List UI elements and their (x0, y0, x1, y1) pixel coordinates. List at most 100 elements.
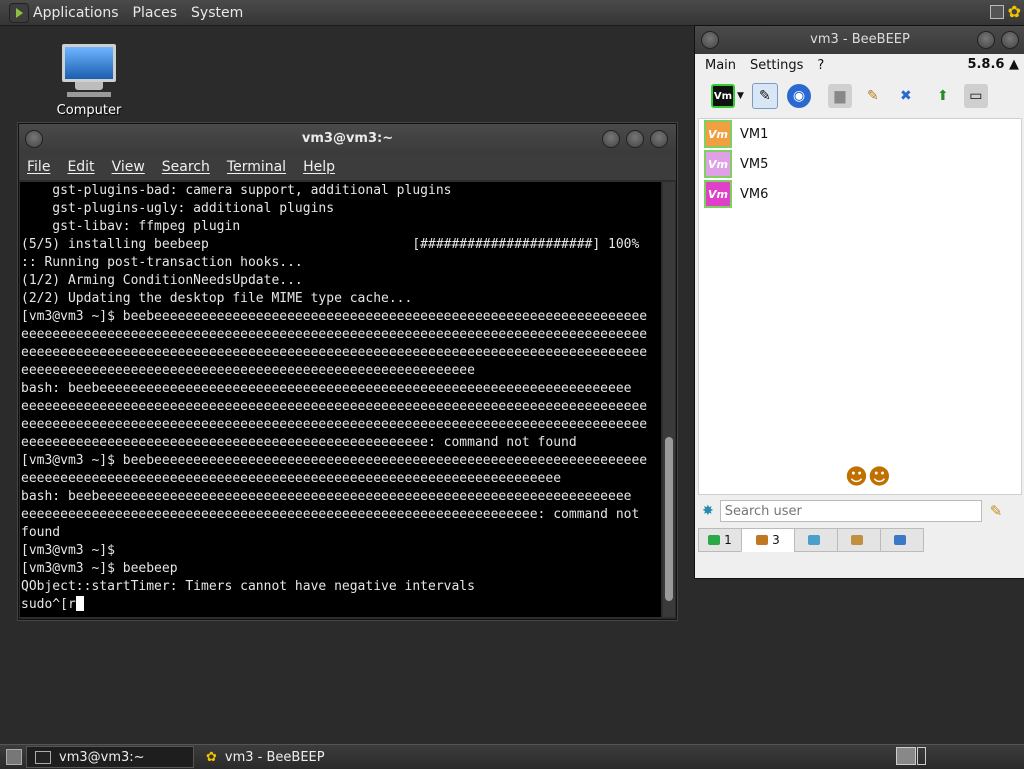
minimize-button[interactable] (602, 130, 620, 148)
files-icon (894, 535, 906, 545)
trash-icon[interactable]: ▭ (963, 84, 988, 108)
vcard-icon[interactable]: ✎ (751, 83, 778, 109)
users-icon (756, 535, 769, 545)
desktop-icon-computer[interactable]: Computer (54, 44, 124, 118)
messages-icon (808, 535, 820, 545)
terminal-line: gst-plugins-ugly: additional plugins (21, 201, 335, 216)
menu-file[interactable]: File (27, 159, 50, 175)
terminal-line: QObject::startTimer: Timers cannot have … (21, 579, 475, 594)
window-list-icon[interactable] (989, 4, 1004, 19)
terminal-line: (2/2) Updating the desktop file MIME typ… (21, 291, 413, 306)
terminal-scrollbar[interactable] (663, 182, 675, 617)
terminal-cursor (75, 596, 84, 611)
tab-messages[interactable] (794, 528, 838, 552)
terminal-window: vm3@vm3:~ File Edit View Search Terminal… (18, 123, 677, 620)
menu-system[interactable]: System (191, 5, 243, 21)
terminal-titlebar[interactable]: vm3@vm3:~ (19, 124, 676, 154)
menu-view[interactable]: View (112, 159, 145, 175)
beebeep-tray-icon[interactable]: ✿ (1008, 2, 1021, 21)
network-icon[interactable]: ◉ (786, 84, 811, 108)
scrollbar-thumb[interactable] (665, 437, 673, 601)
version-label: 5.8.6 ▲ (967, 57, 1019, 72)
gear-icon[interactable]: ✸ (702, 503, 714, 519)
maximize-button[interactable] (626, 130, 644, 148)
terminal-line: eeeeeeeeeeeeeeeeeeeeeeeeeeeeeeeeeeeeeeee… (21, 345, 648, 360)
terminal-line: found (21, 525, 61, 540)
workspace-2[interactable] (916, 747, 926, 765)
user-avatar-icon: Vm (704, 150, 732, 178)
terminal-title: vm3@vm3:~ (301, 131, 394, 146)
tab-users[interactable]: 3 (741, 528, 795, 552)
minimize-button[interactable] (977, 31, 995, 49)
bottom-panel: vm3@vm3:~ ✿ vm3 - BeeBEEP (0, 744, 1024, 769)
terminal-line: eeeeeeeeeeeeeeeeeeeeeeeeeeeeeeeeeeeeeeee… (21, 507, 640, 522)
tools-icon[interactable]: ✖ (894, 84, 918, 108)
terminal-line: eeeeeeeeeeeeeeeeeeeeeeeeeeeeeeeeeeeeeeee… (21, 471, 562, 486)
user-name: VM5 (740, 156, 769, 172)
terminal-line: :: Running post-transaction hooks... (21, 255, 303, 270)
taskbar-item-terminal[interactable]: vm3@vm3:~ (26, 746, 194, 768)
beebeep-titlebar[interactable]: vm3 - BeeBEEP (695, 26, 1024, 54)
user-name: VM6 (740, 186, 769, 202)
terminal-line: gst-plugins-bad: camera support, additio… (21, 183, 452, 198)
terminal-line: (5/5) installing beebeep [##############… (21, 237, 640, 252)
search-user-input[interactable] (719, 500, 982, 522)
system-tray: ✿ (989, 2, 1024, 21)
workspace-switcher[interactable] (896, 747, 926, 765)
menu-edit[interactable]: Edit (67, 159, 94, 175)
close-button[interactable] (1001, 31, 1019, 49)
top-panel: Applications Places System ✿ (0, 0, 1024, 26)
menu-applications[interactable]: Applications (33, 5, 119, 21)
user-name: VM1 (740, 126, 769, 142)
menu-places[interactable]: Places (133, 5, 178, 21)
terminal-line: eeeeeeeeeeeeeeeeeeeeeeeeeeeeeeeeeeeeeeee… (21, 399, 648, 414)
menu-settings[interactable]: Settings (750, 58, 803, 73)
search-bar: ✸ ✎ (698, 496, 1020, 526)
terminal-line: eeeeeeeeeeeeeeeeeeeeeeeeeeeeeeeeeeeeeeee… (21, 327, 648, 342)
tab-files[interactable] (880, 528, 924, 552)
terminal-line: [vm3@vm3 ~]$ beebeeeeeeeeeeeeeeeeeeeeeee… (21, 453, 648, 468)
prompt-text: sudo^[r (21, 597, 76, 612)
taskbar-item-beebeep[interactable]: ✿ vm3 - BeeBEEP (198, 747, 333, 767)
tab-groups[interactable] (837, 528, 881, 552)
edit-icon[interactable]: ✎ (861, 84, 885, 108)
terminal-icon (35, 750, 51, 764)
user-list: Vm VM1 Vm VM5 Vm VM6 ☻☻ (698, 118, 1022, 495)
profile-avatar-icon[interactable]: Vm (711, 84, 735, 108)
terminal-line: bash: beebeeeeeeeeeeeeeeeeeeeeeeeeeeeeee… (21, 489, 632, 504)
chevron-down-icon[interactable]: ▼ (737, 91, 744, 101)
linux-icon: ▲ (1009, 57, 1019, 72)
menu-help[interactable]: Help (303, 159, 335, 175)
groups-icon (851, 535, 863, 545)
window-menu-button[interactable] (701, 31, 719, 49)
gnome-foot-icon[interactable] (9, 2, 29, 23)
window-menu-button[interactable] (25, 130, 43, 148)
workspace-1[interactable] (896, 747, 916, 765)
menu-search[interactable]: Search (162, 159, 210, 175)
group-icon[interactable]: ▆ (827, 84, 852, 108)
terminal-menubar: File Edit View Search Terminal Help (19, 154, 676, 180)
menu-terminal[interactable]: Terminal (227, 159, 286, 175)
terminal-line: eeeeeeeeeeeeeeeeeeeeeeeeeeeeeeeeeeeeeeee… (21, 363, 475, 378)
terminal-line: [vm3@vm3 ~]$ beebeep (21, 561, 178, 576)
beebeep-title: vm3 - BeeBEEP (810, 32, 910, 47)
terminal-output[interactable]: gst-plugins-bad: camera support, additio… (20, 182, 661, 617)
user-row-vm1[interactable]: Vm VM1 (699, 119, 1021, 149)
terminal-line: bash: beebeeeeeeeeeeeeeeeeeeeeeeeeeeeeee… (21, 381, 632, 396)
menu-main[interactable]: Main (705, 58, 736, 73)
show-desktop-icon[interactable] (6, 749, 22, 765)
menu-help[interactable]: ? (817, 58, 824, 73)
terminal-line: (1/2) Arming ConditionNeedsUpdate... (21, 273, 303, 288)
terminal-line: [vm3@vm3 ~]$ beebeeeeeeeeeeeeeeeeeeeeeee… (21, 309, 648, 324)
user-row-vm5[interactable]: Vm VM5 (699, 149, 1021, 179)
chat-icon (708, 535, 721, 545)
close-button[interactable] (650, 130, 668, 148)
desktop-icon-label: Computer (56, 103, 122, 118)
terminal-line: eeeeeeeeeeeeeeeeeeeeeeeeeeeeeeeeeeeeeeee… (21, 417, 648, 432)
clear-broom-icon[interactable]: ✎ (990, 502, 1003, 520)
user-avatar-icon: Vm (704, 180, 732, 208)
upload-icon[interactable]: ⬆ (931, 84, 955, 108)
computer-icon (62, 44, 116, 82)
user-row-vm6[interactable]: Vm VM6 (699, 179, 1021, 209)
tab-chats[interactable]: 1 (698, 528, 742, 552)
